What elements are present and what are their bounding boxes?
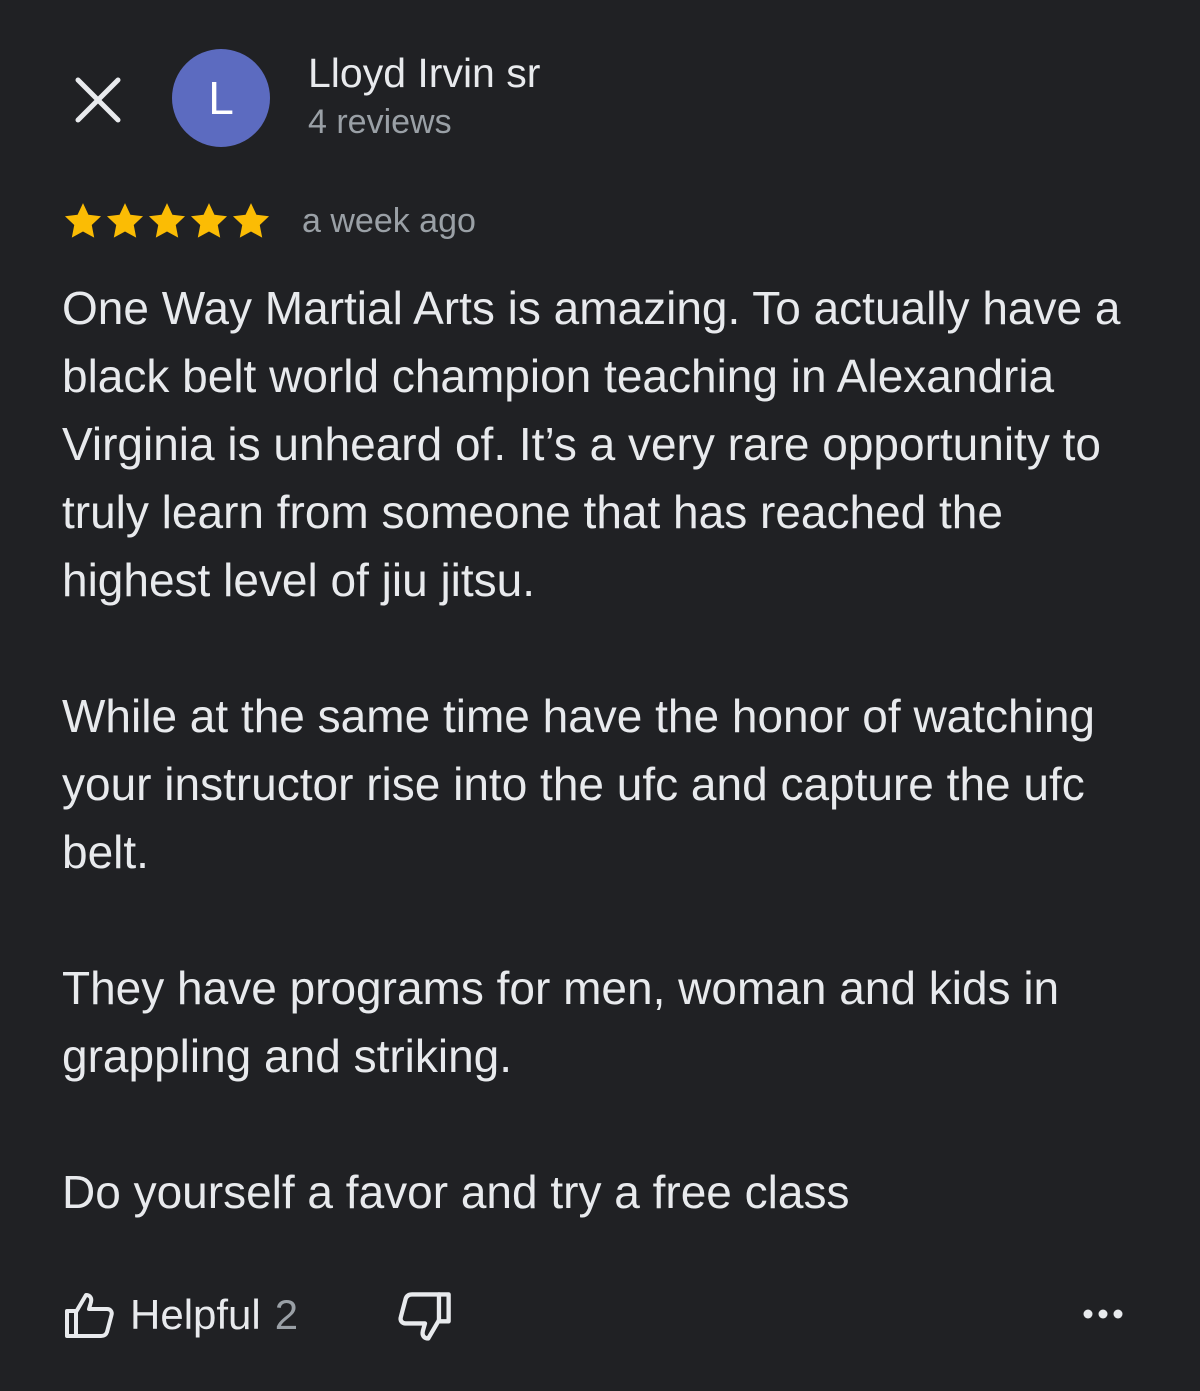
review-paragraph: While at the same time have the honor of…: [62, 690, 1096, 878]
avatar[interactable]: L: [172, 49, 270, 147]
author-name[interactable]: Lloyd Irvin sr: [308, 50, 540, 97]
review-count: 4 reviews: [308, 103, 452, 141]
review-paragraph: Do yourself a favor and try a free class: [62, 1166, 850, 1218]
more-horizontal-icon: [1083, 1309, 1123, 1319]
thumbs-down-icon: [398, 1292, 451, 1341]
review-date: a week ago: [302, 202, 476, 240]
star-icon: [106, 203, 144, 238]
thumbs-up-icon: [65, 1293, 114, 1338]
star-rating: [62, 200, 272, 242]
more-options-button[interactable]: [1076, 1296, 1130, 1332]
review-paragraph: One Way Martial Arts is amazing. To actu…: [62, 282, 1121, 606]
review-text: One Way Martial Arts is amazing. To actu…: [62, 274, 1142, 1226]
close-icon: [75, 77, 121, 123]
helpful-button[interactable]: Helpful 2: [62, 1284, 298, 1346]
star-icon: [64, 203, 102, 238]
close-button[interactable]: [68, 70, 128, 130]
helpful-label: Helpful: [130, 1291, 261, 1338]
avatar-initial: L: [208, 72, 234, 124]
review-paragraph: They have programs for men, woman and ki…: [62, 962, 1060, 1082]
not-helpful-button[interactable]: [396, 1288, 454, 1346]
star-icon: [148, 203, 186, 238]
star-icon: [232, 203, 270, 238]
helpful-count: 2: [274, 1291, 299, 1338]
star-icon: [190, 203, 228, 238]
